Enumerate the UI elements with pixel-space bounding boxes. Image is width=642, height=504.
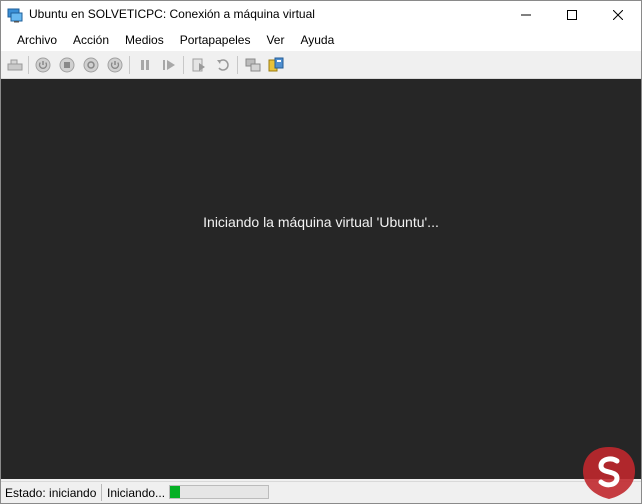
revert-icon[interactable] bbox=[214, 56, 232, 74]
status-progress-text: Iniciando... bbox=[107, 486, 166, 500]
vm-connection-window: Ubuntu en SOLVETICPC: Conexión a máquina… bbox=[0, 0, 642, 504]
minimize-button[interactable] bbox=[503, 1, 549, 29]
toolbar-separator bbox=[183, 56, 184, 74]
progress-fill bbox=[170, 486, 180, 498]
shutdown-icon[interactable] bbox=[82, 56, 100, 74]
toolbar bbox=[1, 51, 641, 79]
ctrl-alt-del-icon[interactable] bbox=[6, 56, 24, 74]
menu-ver[interactable]: Ver bbox=[258, 29, 292, 51]
solvetic-watermark-logo bbox=[579, 441, 639, 503]
pause-icon[interactable] bbox=[136, 56, 154, 74]
maximize-button[interactable] bbox=[549, 1, 595, 29]
window-title: Ubuntu en SOLVETICPC: Conexión a máquina… bbox=[29, 7, 315, 21]
power-start-icon[interactable] bbox=[34, 56, 52, 74]
enhanced-session-icon[interactable] bbox=[244, 56, 262, 74]
close-icon bbox=[613, 10, 623, 20]
vm-status-message: Iniciando la máquina virtual 'Ubuntu'... bbox=[203, 214, 439, 230]
menu-medios[interactable]: Medios bbox=[117, 29, 172, 51]
maximize-icon bbox=[567, 10, 577, 20]
toolbar-separator bbox=[129, 56, 130, 74]
basic-session-icon[interactable] bbox=[267, 56, 285, 74]
title-bar: Ubuntu en SOLVETICPC: Conexión a máquina… bbox=[1, 1, 641, 29]
vm-connection-icon bbox=[7, 7, 23, 23]
close-button[interactable] bbox=[595, 1, 641, 29]
toolbar-separator bbox=[237, 56, 238, 74]
checkpoint-icon[interactable] bbox=[190, 56, 208, 74]
status-bar: Estado: iniciando Iniciando... bbox=[1, 481, 641, 503]
menu-archivo[interactable]: Archivo bbox=[9, 29, 65, 51]
minimize-icon bbox=[521, 14, 531, 16]
menu-ayuda[interactable]: Ayuda bbox=[292, 29, 342, 51]
menu-accion[interactable]: Acción bbox=[65, 29, 117, 51]
menu-portapapeles[interactable]: Portapapeles bbox=[172, 29, 259, 51]
status-divider bbox=[101, 484, 102, 501]
status-state: Estado: iniciando bbox=[5, 486, 97, 500]
toolbar-separator bbox=[28, 56, 29, 74]
resume-icon[interactable] bbox=[160, 56, 178, 74]
vm-display[interactable]: Iniciando la máquina virtual 'Ubuntu'... bbox=[1, 79, 641, 479]
power-off-icon[interactable] bbox=[58, 56, 76, 74]
progress-bar bbox=[169, 485, 269, 499]
menu-bar: Archivo Acción Medios Portapapeles Ver A… bbox=[1, 29, 641, 51]
power-save-icon[interactable] bbox=[106, 56, 124, 74]
